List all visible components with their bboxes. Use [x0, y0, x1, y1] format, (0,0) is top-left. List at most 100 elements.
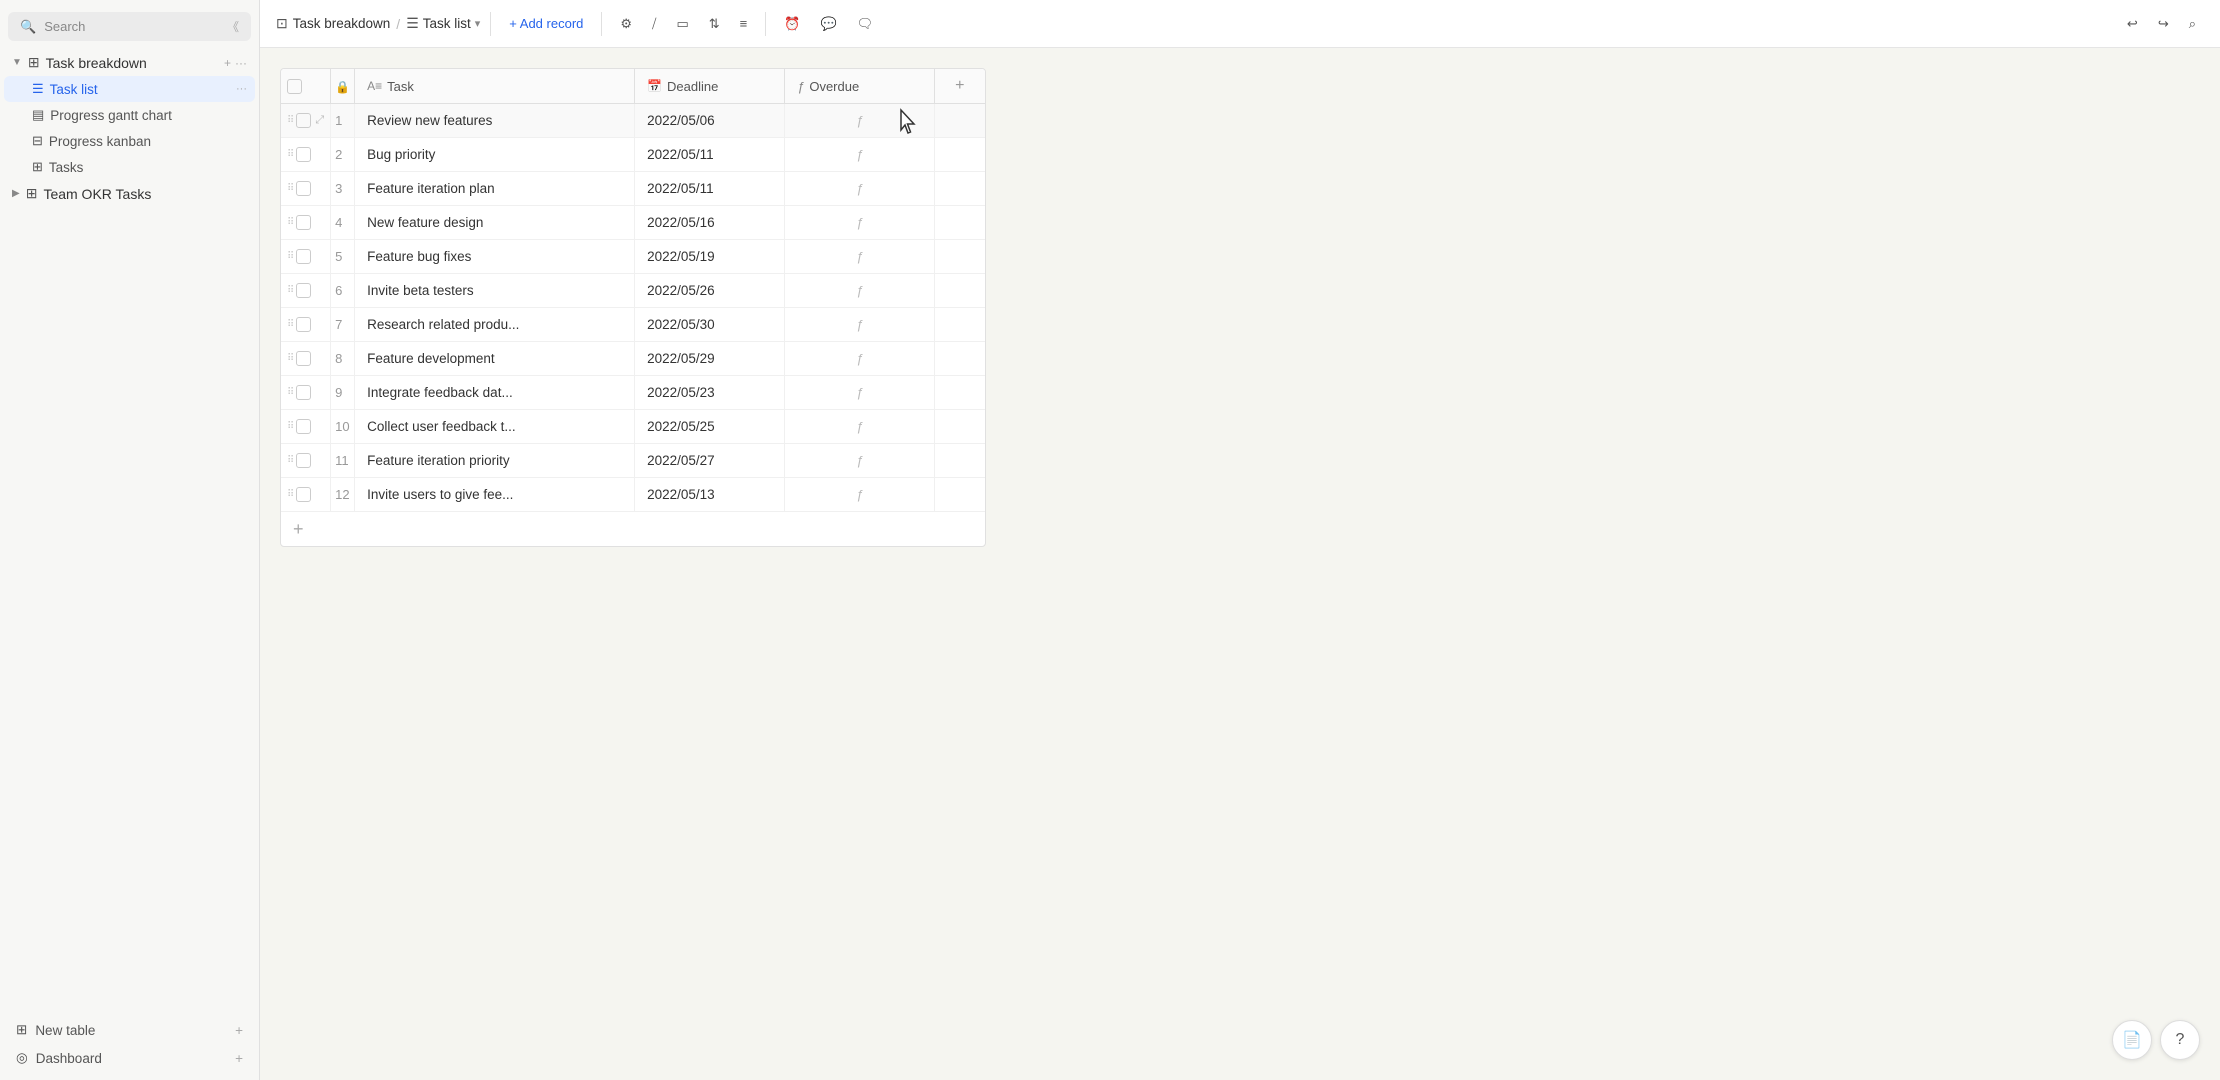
redo-button[interactable]: ↪	[2150, 12, 2177, 36]
row-checkbox-5[interactable]	[296, 249, 311, 264]
sidebar-item-more-task-list[interactable]: ···	[236, 83, 247, 95]
drag-handle-icon[interactable]: ⠿	[287, 115, 294, 126]
row-task-cell[interactable]: Feature iteration priority	[355, 444, 635, 478]
add-record-button[interactable]: + Add record	[501, 12, 591, 35]
drag-handle-icon[interactable]: ⠿	[287, 455, 294, 466]
sidebar-group-task-breakdown[interactable]: ▼ ⊞ Task breakdown + ···	[4, 49, 255, 76]
undo-button[interactable]: ↩	[2119, 12, 2146, 36]
row-check-cell: ⠿	[281, 342, 331, 376]
row-task-cell[interactable]: Research related produ...	[355, 308, 635, 342]
row-checkbox-1[interactable]	[296, 113, 311, 128]
row-task-name: Integrate feedback dat...	[367, 385, 513, 400]
row-task-cell[interactable]: Invite users to give fee...	[355, 478, 635, 512]
row-overdue-value: ƒ	[856, 419, 863, 434]
row-deadline-cell: 2022/05/06	[635, 104, 785, 138]
column-header-add[interactable]: +	[935, 69, 985, 104]
task-table: 🔒 A≡ Task 📅 Deadline	[281, 69, 985, 512]
add-row-button[interactable]: +	[293, 520, 304, 538]
row-overdue-cell: ƒ	[785, 444, 935, 478]
drag-handle-icon[interactable]: ⠿	[287, 285, 294, 296]
comment-button[interactable]: 💬	[812, 12, 844, 36]
breadcrumb-task-breakdown[interactable]: ⊡ Task breakdown	[276, 15, 390, 32]
select-all-checkbox[interactable]	[287, 79, 302, 94]
row-checkbox-9[interactable]	[296, 385, 311, 400]
row-deadline-cell: 2022/05/11	[635, 172, 785, 206]
drag-handle-icon[interactable]: ⠿	[287, 319, 294, 330]
table-icon: ⊡	[276, 15, 288, 32]
row-deadline-value: 2022/05/11	[647, 147, 714, 162]
table-row: ⠿ ⤢ 1 Review new features 2022/05/06 ƒ	[281, 104, 985, 138]
document-button[interactable]: 📄	[2112, 1020, 2152, 1060]
group-button[interactable]: ▭	[668, 12, 696, 36]
row-checkbox-10[interactable]	[296, 419, 311, 434]
column-label-overdue: Overdue	[809, 79, 859, 94]
collapse-sidebar-button[interactable]: 《	[227, 18, 239, 35]
sidebar-item-dashboard[interactable]: ◎ Dashboard +	[4, 1044, 255, 1072]
search-table-icon: ⌕	[2189, 16, 2196, 32]
sidebar-item-progress-kanban[interactable]: ⊟ Progress kanban	[4, 128, 255, 154]
undo-icon: ↩	[2127, 16, 2138, 32]
drag-handle-icon[interactable]: ⠿	[287, 217, 294, 228]
search-in-table-button[interactable]: ⌕	[2181, 12, 2204, 36]
row-checkbox-8[interactable]	[296, 351, 311, 366]
row-task-cell[interactable]: Feature bug fixes	[355, 240, 635, 274]
topbar: ⊡ Task breakdown / ☰ Task list ▾ + Add r…	[260, 0, 2220, 48]
drag-handle-icon[interactable]: ⠿	[287, 353, 294, 364]
row-checkbox-3[interactable]	[296, 181, 311, 196]
topbar-divider-2	[601, 12, 602, 36]
breadcrumb-dropdown-button[interactable]: ▾	[475, 17, 481, 30]
row-task-cell[interactable]: New feature design	[355, 206, 635, 240]
row-task-cell[interactable]: Invite beta testers	[355, 274, 635, 308]
row-task-name: Feature development	[367, 351, 495, 366]
row-num-cell: 9	[331, 376, 355, 410]
row-task-cell[interactable]: Review new features	[355, 104, 635, 138]
sidebar-group-team-okr[interactable]: ▶ ⊞ Team OKR Tasks	[4, 180, 255, 207]
settings-button[interactable]: ⚙	[612, 12, 640, 36]
row-task-cell[interactable]: Integrate feedback dat...	[355, 376, 635, 410]
row-extra-cell	[935, 240, 985, 274]
row-checkbox-2[interactable]	[296, 147, 311, 162]
add-new-table-button[interactable]: +	[235, 1023, 243, 1038]
row-checkbox-6[interactable]	[296, 283, 311, 298]
filter-button[interactable]: ⧸	[644, 12, 664, 36]
row-check-cell: ⠿	[281, 274, 331, 308]
sidebar-item-task-list[interactable]: ☰ Task list ···	[4, 76, 255, 102]
row-checkbox-11[interactable]	[296, 453, 311, 468]
sidebar-item-new-table[interactable]: ⊞ New table +	[4, 1016, 255, 1044]
fields-button[interactable]: ≡	[732, 12, 756, 35]
row-task-cell[interactable]: Collect user feedback t...	[355, 410, 635, 444]
row-deadline-value: 2022/05/19	[647, 249, 715, 264]
message-button[interactable]: 🗨	[849, 12, 882, 36]
drag-handle-icon[interactable]: ⠿	[287, 387, 294, 398]
drag-handle-icon[interactable]: ⠿	[287, 251, 294, 262]
row-checkbox-4[interactable]	[296, 215, 311, 230]
column-header-deadline[interactable]: 📅 Deadline	[635, 69, 785, 104]
row-task-name: Invite beta testers	[367, 283, 474, 298]
help-button[interactable]: ?	[2160, 1020, 2200, 1060]
column-header-lock: 🔒	[331, 69, 355, 104]
row-task-cell[interactable]: Bug priority	[355, 138, 635, 172]
drag-handle-icon[interactable]: ⠿	[287, 149, 294, 160]
drag-handle-icon[interactable]: ⠿	[287, 489, 294, 500]
row-checkbox-12[interactable]	[296, 487, 311, 502]
column-header-task[interactable]: A≡ Task	[355, 69, 635, 104]
row-overdue-cell: ƒ	[785, 376, 935, 410]
row-task-cell[interactable]: Feature iteration plan	[355, 172, 635, 206]
expand-icon[interactable]: ⤢	[315, 114, 324, 127]
breadcrumb-task-list[interactable]: ☰ Task list ▾	[406, 15, 480, 32]
row-number: 5	[335, 249, 342, 264]
sidebar-item-tasks[interactable]: ⊞ Tasks	[4, 154, 255, 180]
sidebar-item-progress-gantt[interactable]: ▤ Progress gantt chart	[4, 102, 255, 128]
row-task-cell[interactable]: Feature development	[355, 342, 635, 376]
column-header-overdue[interactable]: ƒ Overdue	[785, 69, 935, 104]
more-options-button[interactable]: ···	[235, 56, 247, 70]
drag-handle-icon[interactable]: ⠿	[287, 183, 294, 194]
row-checkbox-7[interactable]	[296, 317, 311, 332]
drag-handle-icon[interactable]: ⠿	[287, 421, 294, 432]
sort-button[interactable]: ⇅	[701, 12, 728, 36]
sidebar-search[interactable]: 🔍 Search 《	[8, 12, 251, 41]
add-column-icon: +	[955, 77, 964, 94]
add-dashboard-button[interactable]: +	[235, 1051, 243, 1066]
add-group-button[interactable]: +	[224, 56, 231, 70]
reminder-button[interactable]: ⏰	[776, 12, 808, 36]
